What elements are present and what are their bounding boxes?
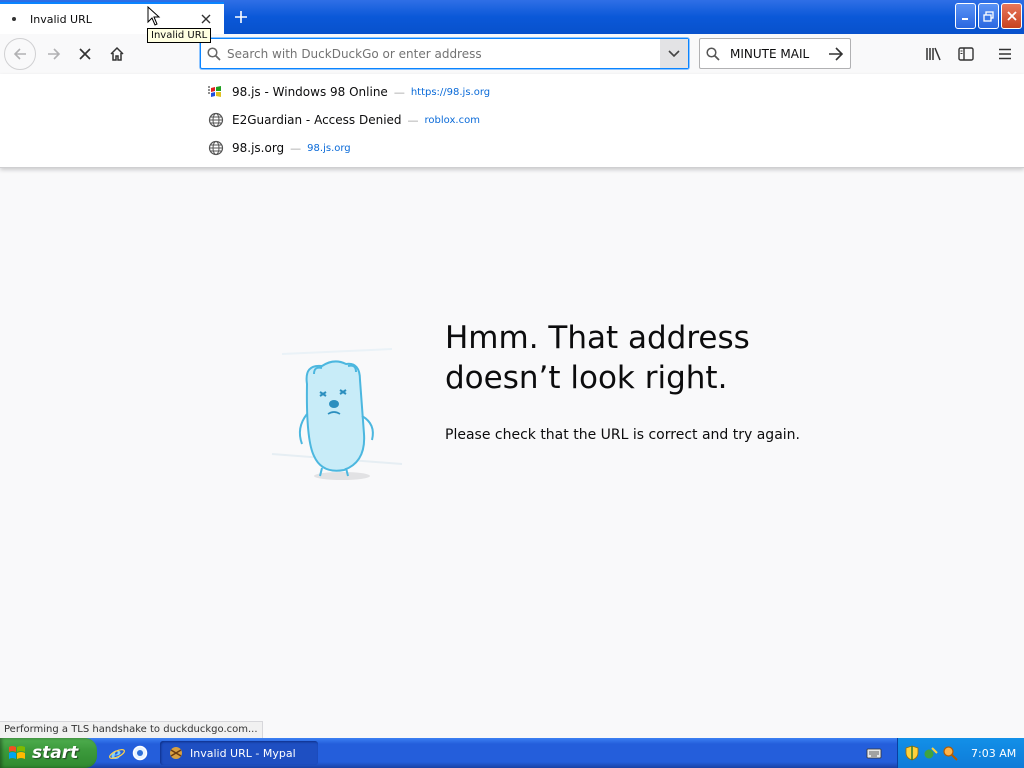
forward-button[interactable]: [38, 38, 70, 70]
search-icon: [201, 39, 227, 68]
system-tray: 7:03 AM: [897, 738, 1024, 768]
98js-favicon-icon: [207, 83, 225, 101]
home-icon: [110, 46, 124, 61]
security-shield-icon[interactable]: [904, 745, 920, 761]
url-bar[interactable]: [200, 38, 689, 69]
autocomplete-item[interactable]: E2Guardian - Access Denied — roblox.com: [207, 108, 480, 132]
error-page: Hmm. That address doesn’t look right. Pl…: [0, 168, 1024, 738]
search-bar[interactable]: MINUTE MAIL: [699, 38, 851, 69]
search-tray-icon[interactable]: [942, 745, 958, 761]
mypal-app-icon: [170, 747, 182, 759]
keyboard-icon[interactable]: [866, 746, 882, 760]
tab-tooltip: Invalid URL: [147, 28, 212, 43]
autocomplete-item[interactable]: 98.js.org — 98.js.org: [207, 136, 351, 160]
url-autocomplete-popup: 98.js - Windows 98 Online — https://98.j…: [0, 74, 1024, 168]
back-button[interactable]: [4, 38, 36, 70]
menu-button[interactable]: [989, 38, 1021, 70]
internet-explorer-icon: e: [109, 744, 125, 762]
mouse-cursor-icon: [147, 6, 161, 26]
minimize-button[interactable]: [955, 3, 976, 29]
stop-icon: [79, 48, 91, 60]
browser-icon: [132, 745, 148, 761]
confused-hamster-illustration: [271, 348, 403, 480]
library-icon: [926, 47, 941, 61]
autocomplete-separator: —: [407, 113, 419, 127]
taskbar-window-label: Invalid URL - Mypal: [190, 746, 296, 760]
taskbar-clock: 7:03 AM: [971, 746, 1017, 760]
error-title-line-2: doesn’t look right.: [445, 360, 728, 396]
library-button[interactable]: [918, 38, 950, 70]
sidebar-button[interactable]: [950, 38, 982, 70]
taskbar: start e Invalid URL - Mypal 7:03 AM: [0, 738, 1024, 768]
globe-icon: [207, 139, 225, 157]
autocomplete-separator: —: [393, 85, 405, 99]
hamburger-menu-icon: [999, 48, 1011, 60]
autocomplete-url: 98.js.org: [307, 142, 351, 154]
url-history-dropdown-button[interactable]: [660, 39, 688, 68]
autocomplete-title: 98.js.org: [232, 141, 285, 155]
windows-logo-icon: [9, 746, 25, 759]
start-button[interactable]: start: [0, 738, 97, 768]
autocomplete-url: https://98.js.org: [410, 86, 491, 98]
error-title: Hmm. That address doesn’t look right.: [445, 318, 805, 398]
tab-title: Invalid URL: [30, 12, 92, 26]
start-label: start: [32, 743, 79, 763]
autocomplete-item[interactable]: 98.js - Windows 98 Online — https://98.j…: [207, 80, 490, 104]
search-go-button[interactable]: [822, 46, 850, 61]
sidebar-icon: [958, 47, 974, 61]
network-icon[interactable]: [923, 745, 939, 761]
address-input[interactable]: [227, 46, 660, 61]
autocomplete-title: E2Guardian - Access Denied: [232, 113, 402, 127]
new-tab-button[interactable]: [228, 4, 254, 30]
autocomplete-url: roblox.com: [424, 114, 480, 126]
chevron-down-icon: [668, 49, 680, 57]
search-engine-icon: [700, 46, 726, 61]
browser-quicklaunch[interactable]: [130, 743, 150, 763]
search-bar-text[interactable]: MINUTE MAIL: [726, 47, 822, 61]
taskbar-window-button[interactable]: Invalid URL - Mypal: [160, 741, 318, 765]
restore-button[interactable]: [978, 3, 999, 29]
globe-icon: [207, 111, 225, 129]
status-panel: Performing a TLS handshake to duckduckgo…: [0, 721, 263, 738]
error-description: Please check that the URL is correct and…: [445, 427, 800, 443]
forward-arrow-icon: [48, 48, 61, 60]
back-arrow-icon: [13, 48, 26, 60]
autocomplete-title: 98.js - Windows 98 Online: [232, 85, 388, 99]
window-close-button[interactable]: [1001, 3, 1022, 29]
arrow-right-icon: [829, 46, 844, 61]
loading-dot-icon: [12, 17, 16, 21]
error-title-line-1: Hmm. That address: [445, 320, 750, 356]
home-button[interactable]: [101, 38, 133, 70]
autocomplete-separator: —: [290, 141, 302, 155]
internet-explorer-quicklaunch[interactable]: e: [107, 743, 127, 763]
stop-button[interactable]: [69, 38, 101, 70]
